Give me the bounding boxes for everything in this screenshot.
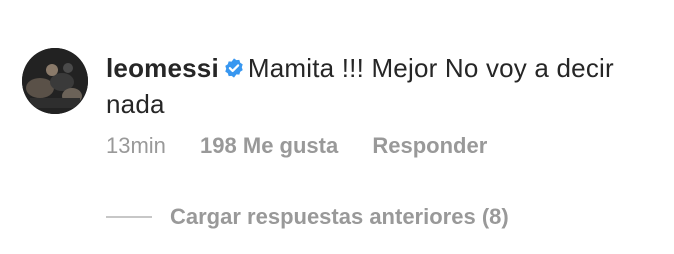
comment-meta: 13min 198 Me gusta Responder	[106, 132, 515, 160]
verified-badge-icon	[225, 58, 243, 78]
comment-timestamp: 13min	[106, 133, 166, 158]
divider-line	[106, 216, 152, 218]
comment-body: leomessi Mamita !!! Mejor No voy a decir…	[106, 50, 646, 122]
load-previous-replies-label: Cargar respuestas anteriores (8)	[170, 204, 509, 229]
load-previous-replies-button[interactable]: Cargar respuestas anteriores (8)	[106, 203, 509, 231]
reply-button[interactable]: Responder	[372, 133, 487, 158]
likes-count-button[interactable]: 198 Me gusta	[200, 133, 338, 158]
avatar[interactable]	[22, 48, 88, 114]
avatar-photo-icon	[22, 48, 88, 114]
username-link[interactable]: leomessi	[106, 53, 219, 83]
